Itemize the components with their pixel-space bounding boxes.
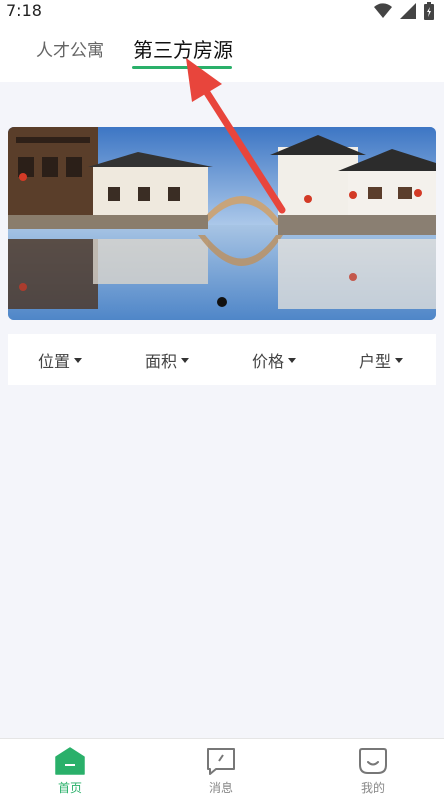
dropdown-caret-icon [181, 357, 190, 363]
signal-icon [400, 3, 416, 19]
bottom-nav: 首页 消息 我的 [0, 738, 444, 798]
nav-profile-label: 我的 [360, 781, 385, 795]
dropdown-caret-icon [74, 357, 83, 363]
filter-layout-label: 户型 [359, 352, 392, 371]
filter-price[interactable]: 价格 [252, 348, 297, 372]
carousel-indicator-dot[interactable] [217, 297, 227, 307]
filter-location[interactable]: 位置 [38, 348, 83, 372]
wifi-icon [374, 3, 392, 19]
message-icon [207, 748, 235, 775]
annotation-arrow [186, 58, 286, 214]
status-icons [374, 2, 434, 20]
banner-carousel[interactable] [8, 127, 436, 320]
filter-bar: 位置 面积 价格 户型 [8, 334, 436, 385]
profile-icon [359, 748, 387, 774]
filter-layout[interactable]: 户型 [359, 348, 404, 372]
filter-price-label: 价格 [252, 352, 285, 371]
top-tabs: 人才公寓 第三方房源 [0, 24, 444, 82]
nav-profile[interactable]: 我的 [343, 747, 403, 797]
filter-area[interactable]: 面积 [145, 348, 190, 372]
filter-area-label: 面积 [145, 352, 178, 371]
nav-messages-label: 消息 [208, 781, 233, 795]
dropdown-caret-icon [395, 357, 404, 363]
active-tab-indicator [132, 66, 232, 69]
tab-talent-apartment[interactable]: 人才公寓 [36, 36, 104, 76]
nav-messages[interactable]: 消息 [191, 747, 251, 797]
banner-image [8, 127, 436, 320]
home-icon [55, 747, 85, 775]
nav-home[interactable]: 首页 [40, 747, 100, 797]
filter-location-label: 位置 [38, 352, 71, 371]
battery-icon [424, 2, 434, 20]
status-bar: 7:18 [0, 0, 444, 24]
dropdown-caret-icon [288, 357, 297, 363]
status-time: 7:18 [6, 1, 42, 20]
nav-home-label: 首页 [57, 781, 82, 795]
